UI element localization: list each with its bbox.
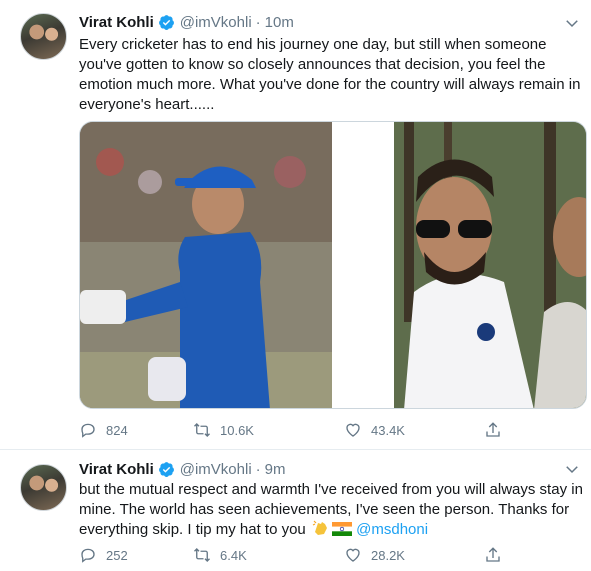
- author-handle[interactable]: @imVkohli: [180, 461, 252, 478]
- heart-icon: [346, 423, 360, 437]
- reply-icon: [81, 548, 95, 563]
- reply-icon: [81, 423, 95, 438]
- tweet-text: but the mutual respect and warmth I've r…: [79, 480, 585, 540]
- avatar[interactable]: [20, 464, 67, 511]
- tweet-header: Virat Kohli @imVkohli · 9m: [79, 459, 286, 479]
- chevron-down-icon[interactable]: [563, 14, 581, 32]
- tweet-header: Virat Kohli @imVkohli · 10m: [79, 12, 294, 32]
- like-button[interactable]: 28.2K: [344, 545, 405, 565]
- heart-icon: [346, 548, 360, 562]
- mention-link[interactable]: @msdhoni: [356, 521, 428, 538]
- timestamp[interactable]: 9m: [265, 461, 286, 478]
- india-flag-emoji: [331, 522, 352, 536]
- tweet-text: Every cricketer has to end his journey o…: [79, 36, 581, 113]
- separator-dot: ·: [255, 13, 261, 31]
- tweet-media[interactable]: [79, 121, 587, 409]
- like-count: 43.4K: [371, 422, 405, 438]
- reply-button[interactable]: 252: [79, 545, 128, 565]
- share-icon: [486, 422, 500, 437]
- chevron-down-icon[interactable]: [563, 460, 581, 478]
- tweet-actions: 824 10.6K 43.4K: [79, 420, 509, 440]
- reply-count: 824: [106, 422, 128, 438]
- photo-dhoni-illustration: [80, 122, 332, 408]
- retweet-count: 6.4K: [220, 547, 247, 563]
- clapping-hands-emoji: [312, 520, 327, 535]
- tweet[interactable]: Virat Kohli @imVkohli · 9m but the mutua…: [0, 449, 591, 571]
- tweet[interactable]: Virat Kohli @imVkohli · 10m Every cricke…: [0, 0, 591, 449]
- reply-button[interactable]: 824: [79, 420, 128, 440]
- separator-dot: ·: [255, 460, 261, 478]
- share-icon: [486, 547, 500, 562]
- retweet-icon: [194, 548, 210, 562]
- tweet-text-body: but the mutual respect and warmth I've r…: [79, 481, 583, 538]
- author-name[interactable]: Virat Kohli: [79, 461, 154, 478]
- retweet-button[interactable]: 6.4K: [193, 545, 247, 565]
- tweet-actions: 252 6.4K 28.2K: [79, 545, 509, 565]
- verified-badge-icon: [158, 461, 174, 477]
- reply-count: 252: [106, 547, 128, 563]
- retweet-button[interactable]: 10.6K: [193, 420, 254, 440]
- author-handle[interactable]: @imVkohli: [180, 14, 252, 31]
- retweet-count: 10.6K: [220, 422, 254, 438]
- photo-kohli-illustration: [394, 122, 586, 408]
- avatar[interactable]: [20, 13, 67, 60]
- retweet-icon: [194, 423, 210, 437]
- verified-badge-icon: [158, 14, 174, 30]
- like-count: 28.2K: [371, 547, 405, 563]
- like-button[interactable]: 43.4K: [344, 420, 405, 440]
- photo-kohli-dhoni[interactable]: [394, 122, 586, 408]
- timestamp[interactable]: 10m: [265, 14, 294, 31]
- media-gap: [332, 122, 394, 408]
- photo-dhoni[interactable]: [80, 122, 332, 408]
- author-name[interactable]: Virat Kohli: [79, 14, 154, 31]
- share-button[interactable]: [484, 420, 511, 440]
- share-button[interactable]: [484, 545, 511, 565]
